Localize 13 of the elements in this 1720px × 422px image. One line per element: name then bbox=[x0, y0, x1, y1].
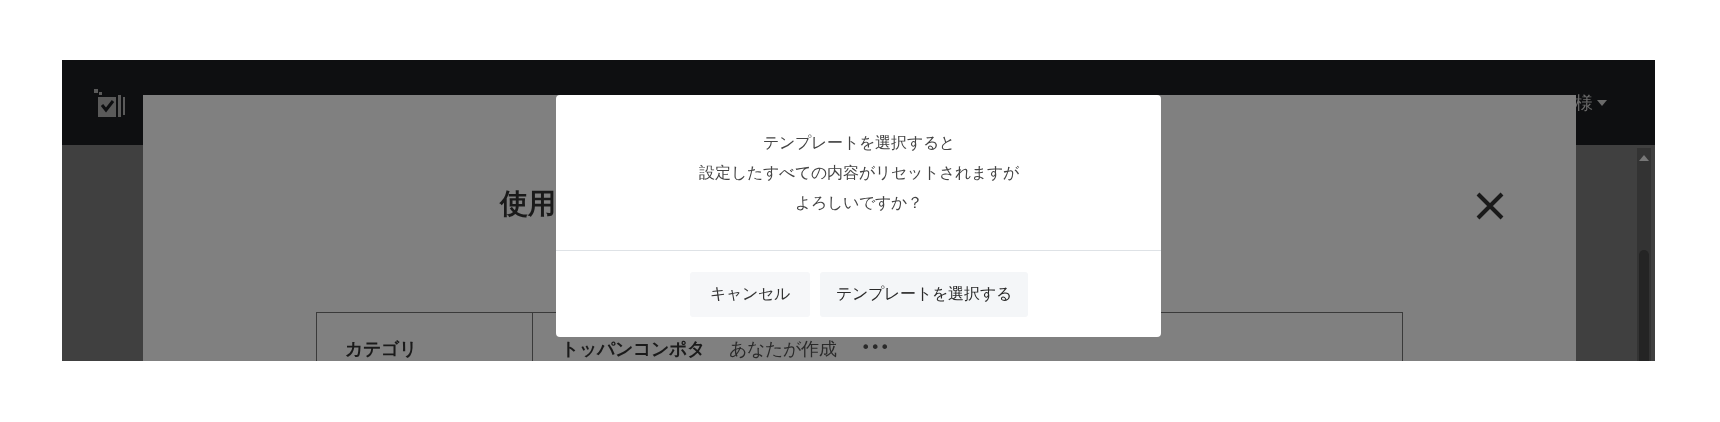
logo-icon[interactable] bbox=[92, 86, 126, 119]
author-label: あなたが作成 bbox=[729, 340, 837, 358]
scrollbar[interactable] bbox=[1637, 148, 1651, 361]
close-icon[interactable] bbox=[1475, 191, 1505, 221]
table-cell: カテゴリ bbox=[317, 313, 533, 361]
dialog-message: テンプレートを選択すると 設定したすべての内容がリセットされますが よろしいですか？ bbox=[698, 131, 1019, 214]
cancel-button[interactable]: キャンセル bbox=[689, 271, 810, 317]
select-template-button[interactable]: テンプレートを選択する bbox=[819, 271, 1028, 317]
caret-icon[interactable] bbox=[1597, 99, 1607, 106]
template-name: トッパンコンポタ bbox=[561, 340, 705, 358]
user-name[interactable]: 様 bbox=[1575, 89, 1593, 116]
more-button[interactable]: ••• bbox=[861, 340, 890, 356]
modal-title: 使用 bbox=[500, 187, 556, 220]
